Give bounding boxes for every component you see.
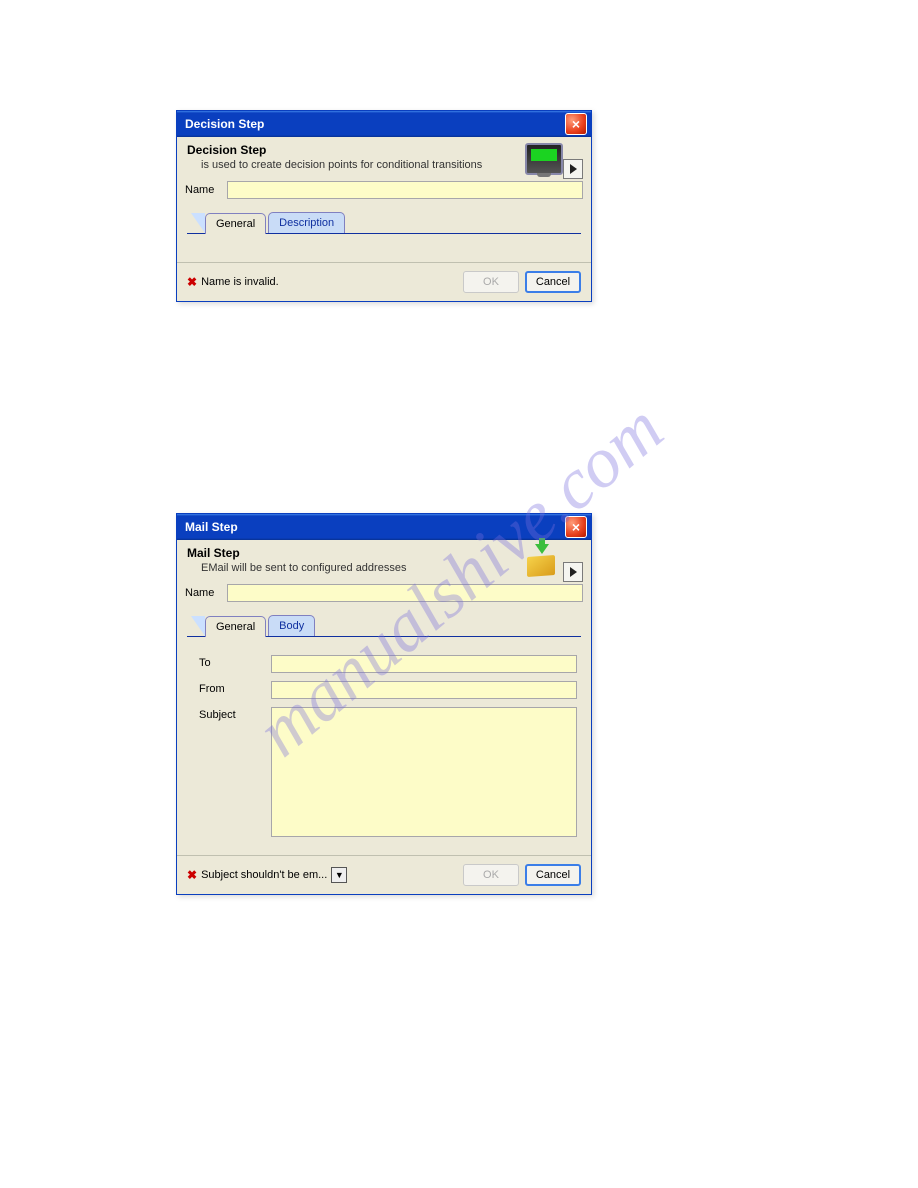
cancel-button[interactable]: Cancel: [525, 864, 581, 886]
titlebar[interactable]: Decision Step ×: [177, 111, 591, 137]
error-text: Subject shouldn't be em...: [201, 869, 327, 881]
subject-label: Subject: [199, 707, 271, 837]
dialog-header-description: EMail will be sent to configured address…: [187, 562, 525, 574]
name-label: Name: [185, 587, 227, 599]
dialog-header-title: Mail Step: [187, 546, 525, 560]
name-label: Name: [185, 184, 227, 196]
titlebar-text: Decision Step: [185, 117, 264, 131]
error-text: Name is invalid.: [201, 276, 279, 288]
titlebar-text: Mail Step: [185, 520, 238, 534]
tabs: General Description: [187, 211, 581, 234]
tab-general[interactable]: General: [205, 616, 266, 637]
box-download-icon: [525, 546, 561, 580]
dialog-header-description: is used to create decision points for co…: [187, 159, 525, 171]
mail-step-dialog: Mail Step × Mail Step EMail will be sent…: [176, 513, 592, 895]
to-input[interactable]: [271, 655, 577, 673]
dialog-header-title: Decision Step: [187, 143, 525, 157]
error-dropdown-icon[interactable]: ▼: [331, 867, 347, 883]
play-button[interactable]: [563, 562, 583, 582]
name-input[interactable]: [227, 181, 583, 199]
to-label: To: [199, 655, 271, 673]
ok-button: OK: [463, 864, 519, 886]
ok-button: OK: [463, 271, 519, 293]
error-icon: ✖: [187, 868, 197, 882]
close-icon[interactable]: ×: [565, 516, 587, 538]
from-input[interactable]: [271, 681, 577, 699]
titlebar[interactable]: Mail Step ×: [177, 514, 591, 540]
name-input[interactable]: [227, 584, 583, 602]
tab-description[interactable]: Description: [268, 212, 345, 233]
from-label: From: [199, 681, 271, 699]
decision-step-dialog: Decision Step × Decision Step is used to…: [176, 110, 592, 302]
tab-general[interactable]: General: [205, 213, 266, 234]
tab-body[interactable]: Body: [268, 615, 315, 636]
tabs: General Body: [187, 614, 581, 637]
close-icon[interactable]: ×: [565, 113, 587, 135]
play-button[interactable]: [563, 159, 583, 179]
cancel-button[interactable]: Cancel: [525, 271, 581, 293]
monitor-icon: [525, 143, 561, 177]
error-icon: ✖: [187, 275, 197, 289]
subject-input[interactable]: [271, 707, 577, 837]
